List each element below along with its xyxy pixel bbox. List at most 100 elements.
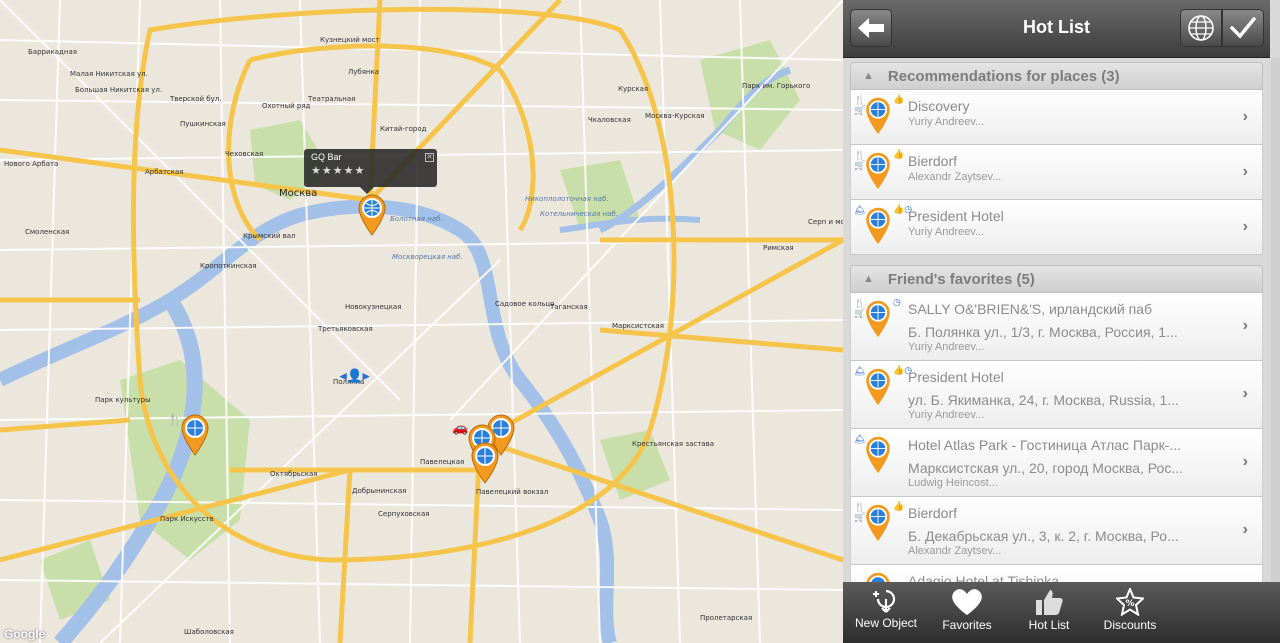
place-pin-icon: [863, 434, 893, 474]
list-item[interactable]: 🍴🛒 👍 Bierdorf Б. Декабрьская ул., 3, к. …: [850, 497, 1263, 565]
scrollbar[interactable]: [1271, 58, 1280, 582]
checkmark-icon: [1230, 17, 1256, 39]
map-pin[interactable]: [469, 440, 501, 484]
chevron-right-icon: ›: [1242, 163, 1248, 180]
list-item[interactable]: Adagio Hotel at Tishinka: [850, 565, 1263, 582]
list-item[interactable]: 🛎 Hotel Atlas Park - Гостиница Атлас Пар…: [850, 429, 1263, 497]
place-info-bubble[interactable]: GQ Bar ★★★★★ ✕: [304, 149, 437, 194]
fork-knife-icon: 🍴: [167, 412, 184, 427]
map-pin-gq-bar[interactable]: [356, 192, 388, 236]
status-icons: ◷: [893, 297, 901, 307]
map-label: Парк Искусств: [160, 515, 214, 523]
place-pin-icon: [863, 150, 893, 190]
tab-new-object[interactable]: New Object: [853, 582, 919, 643]
map-label: Серп и молот: [808, 218, 843, 226]
map-label: Крымский вал: [243, 232, 296, 240]
new-object-icon: [873, 589, 896, 613]
place-pin-icon: [863, 570, 893, 582]
close-icon[interactable]: ✕: [425, 153, 434, 162]
map-label: Шаболовская: [184, 628, 234, 636]
tab-favorites[interactable]: Favorites: [938, 582, 996, 643]
rating-stars: ★★★★★: [311, 165, 366, 177]
map-label: Нового Арбата: [4, 160, 59, 168]
place-address: ул. Б. Якиманка, 24, г. Москва, Russia, …: [908, 392, 1179, 408]
map-canvas[interactable]: [0, 0, 843, 643]
map-label-moscow: Москва: [279, 188, 318, 199]
title-bar: Hot List: [843, 0, 1270, 58]
author: Yuriy Andreev...: [908, 226, 985, 238]
map-label: Театральная: [308, 95, 356, 103]
place-pin-icon: [863, 298, 893, 338]
map-label: Крестьянская застава: [632, 440, 715, 448]
map-label: Кропоткинская: [200, 262, 257, 270]
map-pin[interactable]: [179, 412, 211, 456]
place-name: Bierdorf: [908, 153, 958, 169]
confirm-button[interactable]: [1222, 9, 1264, 47]
tab-hot-list[interactable]: Hot List: [1019, 582, 1079, 643]
chevron-right-icon: ›: [1242, 521, 1248, 538]
place-pin-icon: [863, 95, 893, 135]
map-label: Кузнецкий мост: [320, 36, 380, 44]
section-title: Friend's favorites (5): [887, 270, 1035, 288]
place-name: Discovery: [908, 98, 970, 114]
place-pin-icon: [863, 366, 893, 406]
list-item[interactable]: 🛎 👍◷ President Hotel ул. Б. Якиманка, 24…: [850, 361, 1263, 429]
map-label: Таганская: [550, 303, 588, 311]
list-item[interactable]: 🍴🛒 ◷ SALLY O&'BRIEN&'S, ирландский паб Б…: [850, 293, 1263, 361]
heart-icon: [952, 589, 982, 615]
map-label: Китай-город: [380, 125, 427, 133]
section-title: Recommendations for places (3): [887, 67, 1120, 85]
map-label: Серпуховская: [378, 510, 430, 518]
bubble-title: GQ Bar: [311, 152, 342, 162]
chevron-up-icon: ▲: [863, 273, 874, 285]
tab-label: New Object: [854, 616, 918, 630]
map-label: Арбатская: [145, 168, 184, 176]
map-label: Охотный ряд: [262, 102, 311, 110]
car-icon: 🚗: [452, 420, 469, 435]
list-item[interactable]: 🛎 👍◷ President Hotel Yuriy Andreev... ›: [850, 200, 1263, 255]
chevron-up-icon: ▲: [863, 70, 874, 82]
map-label: Смоленская: [25, 228, 70, 236]
map-label: Павелецкий вокзал: [476, 488, 549, 496]
place-name: Bierdorf: [908, 505, 958, 521]
tab-label: Favorites: [942, 618, 992, 632]
map-label: Тверской бул.: [170, 95, 222, 103]
tab-label: Hot List: [1028, 618, 1070, 632]
map-label: Москворецкая наб.: [392, 253, 463, 261]
author: Alexandr Zaytsev...: [908, 545, 1002, 557]
chevron-right-icon: ›: [1242, 385, 1248, 402]
list-item[interactable]: 🍴🛒 👍 Bierdorf Alexandr Zaytsev... ›: [850, 145, 1263, 200]
place-address: Марксистская ул., 20, город Москва, Рос.…: [908, 460, 1183, 476]
map-label: Малая Никитская ул.: [70, 70, 148, 78]
place-name: President Hotel: [908, 369, 1004, 385]
author: Yuriy Andreev...: [908, 341, 985, 353]
status-icons: 👍: [893, 94, 905, 104]
map-label: Парк культуры: [95, 396, 151, 404]
map-view[interactable]: Москва Баррикадная Малая Никитская ул. Б…: [0, 0, 843, 643]
user-location-icon[interactable]: ◂👤▸: [340, 368, 369, 384]
chevron-right-icon: ›: [1242, 317, 1248, 334]
globe-button[interactable]: [1180, 9, 1222, 47]
thumbs-up-icon: [1036, 590, 1063, 615]
map-label: Баррикадная: [28, 48, 77, 56]
tab-discounts[interactable]: % Discounts: [1098, 582, 1162, 643]
section-header-recommendations[interactable]: ▲ Recommendations for places (3): [850, 62, 1263, 90]
chevron-right-icon: ›: [1242, 108, 1248, 125]
author: Yuriy Andreev...: [908, 116, 985, 128]
list-item[interactable]: 🍴🛒 👍 Discovery Yuriy Andreev... ›: [850, 90, 1263, 145]
section-header-friends-favorites[interactable]: ▲ Friend's favorites (5): [850, 265, 1263, 293]
place-name: President Hotel: [908, 208, 1004, 224]
map-label: Лубянка: [348, 68, 380, 76]
map-label: Октябрьская: [270, 470, 318, 478]
map-label: Большая Никитская ул.: [75, 86, 163, 94]
map-label: Болотная наб.: [390, 215, 443, 223]
place-address: Б. Декабрьская ул., 3, к. 2, г. Москва, …: [908, 528, 1179, 544]
globe-icon: [1188, 15, 1214, 41]
map-label: Садовое кольцо: [495, 300, 555, 308]
place-address: Б. Полянка ул., 1/3, г. Москва, Россия, …: [908, 324, 1178, 340]
hot-list[interactable]: ▲ Recommendations for places (3) 🍴🛒 👍 Di…: [850, 60, 1263, 582]
place-pin-icon: [863, 502, 893, 542]
place-name: SALLY O&'BRIEN&'S, ирландский паб: [908, 301, 1153, 317]
bottom-tab-bar: New Object Favorites Hot List % Discount…: [843, 582, 1280, 643]
map-label: Чкаловская: [588, 116, 631, 124]
